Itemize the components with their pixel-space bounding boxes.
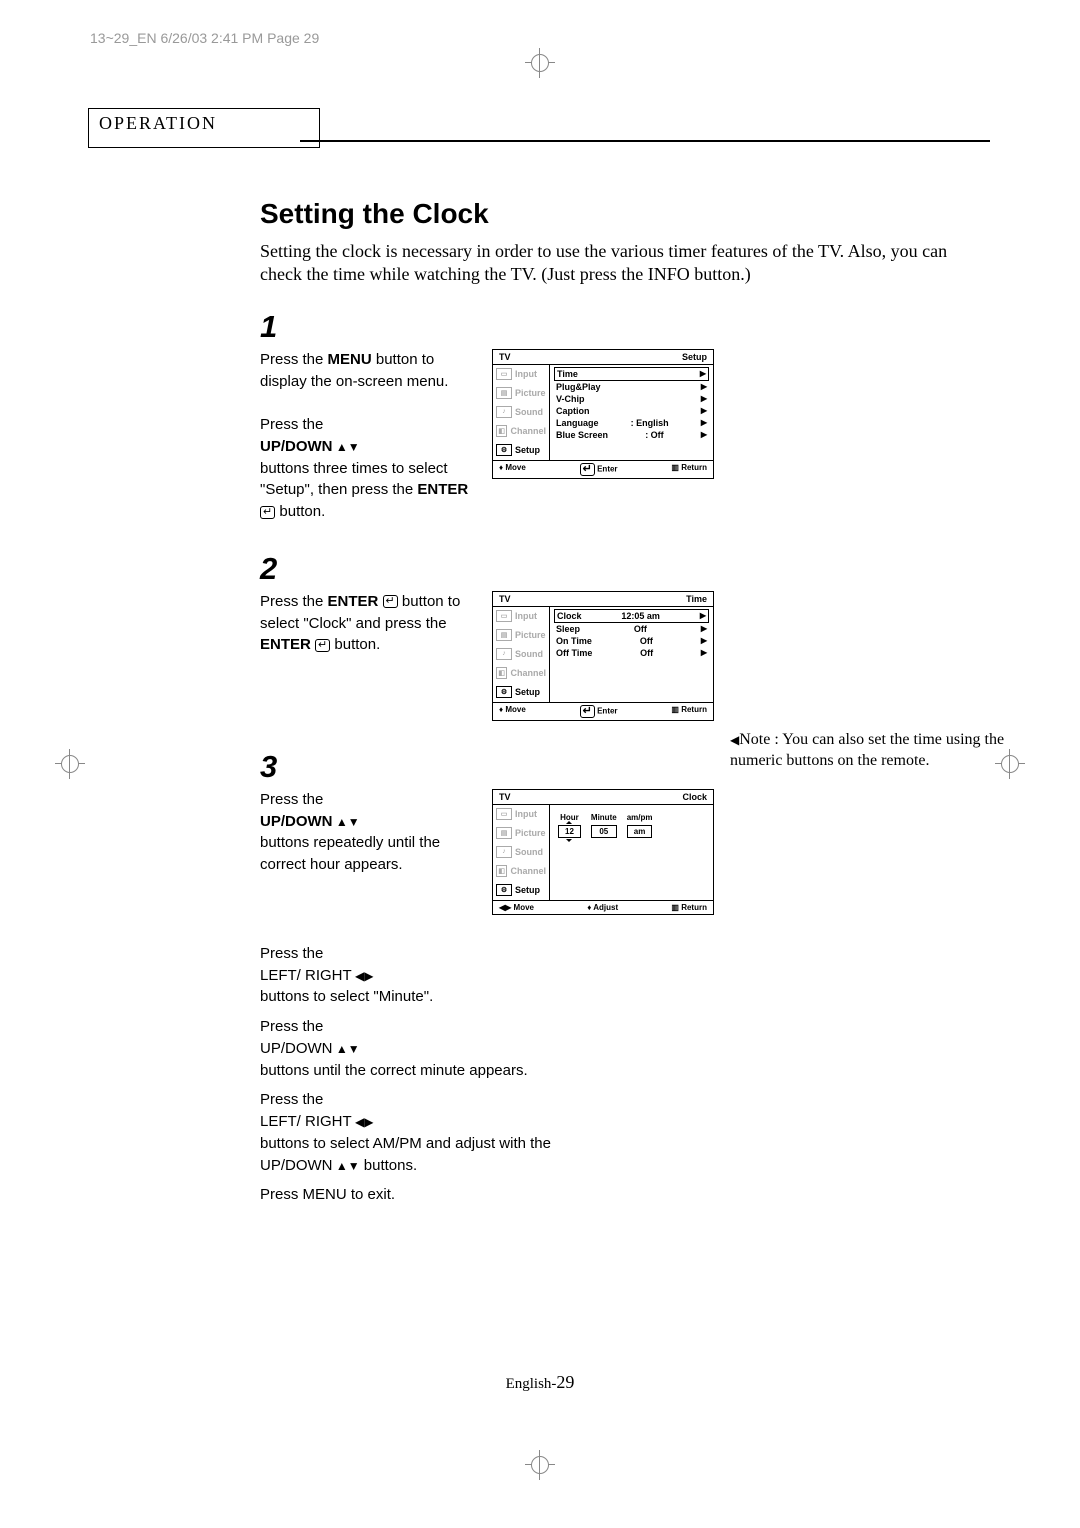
channel-icon: ◧	[496, 425, 507, 437]
page-title: Setting the Clock	[260, 198, 980, 230]
setup-icon: ⚙	[496, 444, 512, 456]
osd-title: Setup	[682, 352, 707, 362]
osd-tv-label: TV	[499, 594, 511, 604]
osd-tv-label: TV	[499, 792, 511, 802]
enter-icon: ↵	[260, 506, 275, 519]
print-header: 13~29_EN 6/26/03 2:41 PM Page 29	[90, 30, 319, 46]
crop-mark-left	[55, 749, 85, 779]
step-number: 2	[260, 551, 980, 587]
osd-title: Time	[686, 594, 707, 604]
left-right-icon: LEFT/ RIGHT	[260, 1113, 373, 1130]
section-heading: OPERATION	[88, 108, 320, 148]
sound-icon: ♪	[496, 406, 512, 418]
manual-page: 13~29_EN 6/26/03 2:41 PM Page 29 OPERATI…	[0, 0, 1080, 1528]
osd-tv-label: TV	[499, 352, 511, 362]
osd-clock: TV Clock ▭Input ▤Picture ♪Sound ◧Channel…	[492, 789, 714, 915]
osd-footer: ♦ Move ↵ Enter ▥ Return	[493, 460, 713, 478]
left-right-icon: LEFT/ RIGHT	[260, 967, 373, 984]
step-2: 2 Press the ENTER ↵ button to select "Cl…	[260, 551, 980, 721]
step-1: 1 Press the MENU button to display the o…	[260, 309, 980, 523]
side-note: Note : You can also set the time using t…	[730, 730, 1020, 772]
up-down-icon: UP/DOWN	[260, 438, 360, 455]
osd-clock-main: Hour12 Minute05 am/pmam	[550, 805, 713, 900]
hour-field: 12	[558, 825, 581, 838]
enter-icon: ↵	[383, 595, 398, 608]
crop-mark-bottom	[525, 1450, 555, 1480]
up-down-icon: UP/DOWN	[260, 813, 360, 830]
osd-sidebar: ▭Input ▤Picture ♪Sound ◧Channel ⚙Setup	[493, 365, 550, 460]
minute-field: 05	[591, 825, 617, 838]
step-text: Press the UP/DOWN buttons repeatedly unt…	[260, 789, 480, 876]
osd-title: Clock	[682, 792, 707, 802]
page-footer: English-29	[506, 1372, 575, 1393]
osd-main: Clock12:05 am▶ SleepOff▶ On TimeOff▶ Off…	[550, 607, 713, 702]
up-down-icon: UP/DOWN	[260, 1157, 360, 1174]
osd-sidebar: ▭Input ▤Picture ♪Sound ◧Channel ⚙Setup	[493, 607, 550, 702]
enter-icon: ↵	[315, 639, 330, 652]
crop-mark-top	[525, 48, 555, 78]
osd-time: TV Time ▭Input ▤Picture ♪Sound ◧Channel …	[492, 591, 714, 721]
osd-footer: ◀▶ Move ♦ Adjust ▥ Return	[493, 900, 713, 914]
step-3: 3 Press the UP/DOWN buttons repeatedly u…	[260, 749, 980, 1206]
content-area: Setting the Clock Setting the clock is n…	[260, 198, 980, 1214]
step-text: Press the ENTER ↵ button to select "Cloc…	[260, 591, 480, 656]
step-3-extra: Press the LEFT/ RIGHT buttons to select …	[260, 943, 560, 1206]
step-text: Press the MENU button to display the on-…	[260, 349, 480, 523]
step-number: 1	[260, 309, 980, 345]
intro-text: Setting the clock is necessary in order …	[260, 240, 980, 287]
ampm-field: am	[627, 825, 653, 838]
input-icon: ▭	[496, 368, 512, 380]
up-down-icon: UP/DOWN	[260, 1040, 360, 1057]
osd-main: Time▶ Plug&Play▶ V-Chip▶ Caption▶ Langua…	[550, 365, 713, 460]
osd-sidebar: ▭Input ▤Picture ♪Sound ◧Channel ⚙Setup	[493, 805, 550, 900]
picture-icon: ▤	[496, 387, 512, 399]
section-rule	[300, 140, 990, 142]
osd-setup: TV Setup ▭Input ▤Picture ♪Sound ◧Channel…	[492, 349, 714, 479]
osd-footer: ♦ Move ↵ Enter ▥ Return	[493, 702, 713, 720]
